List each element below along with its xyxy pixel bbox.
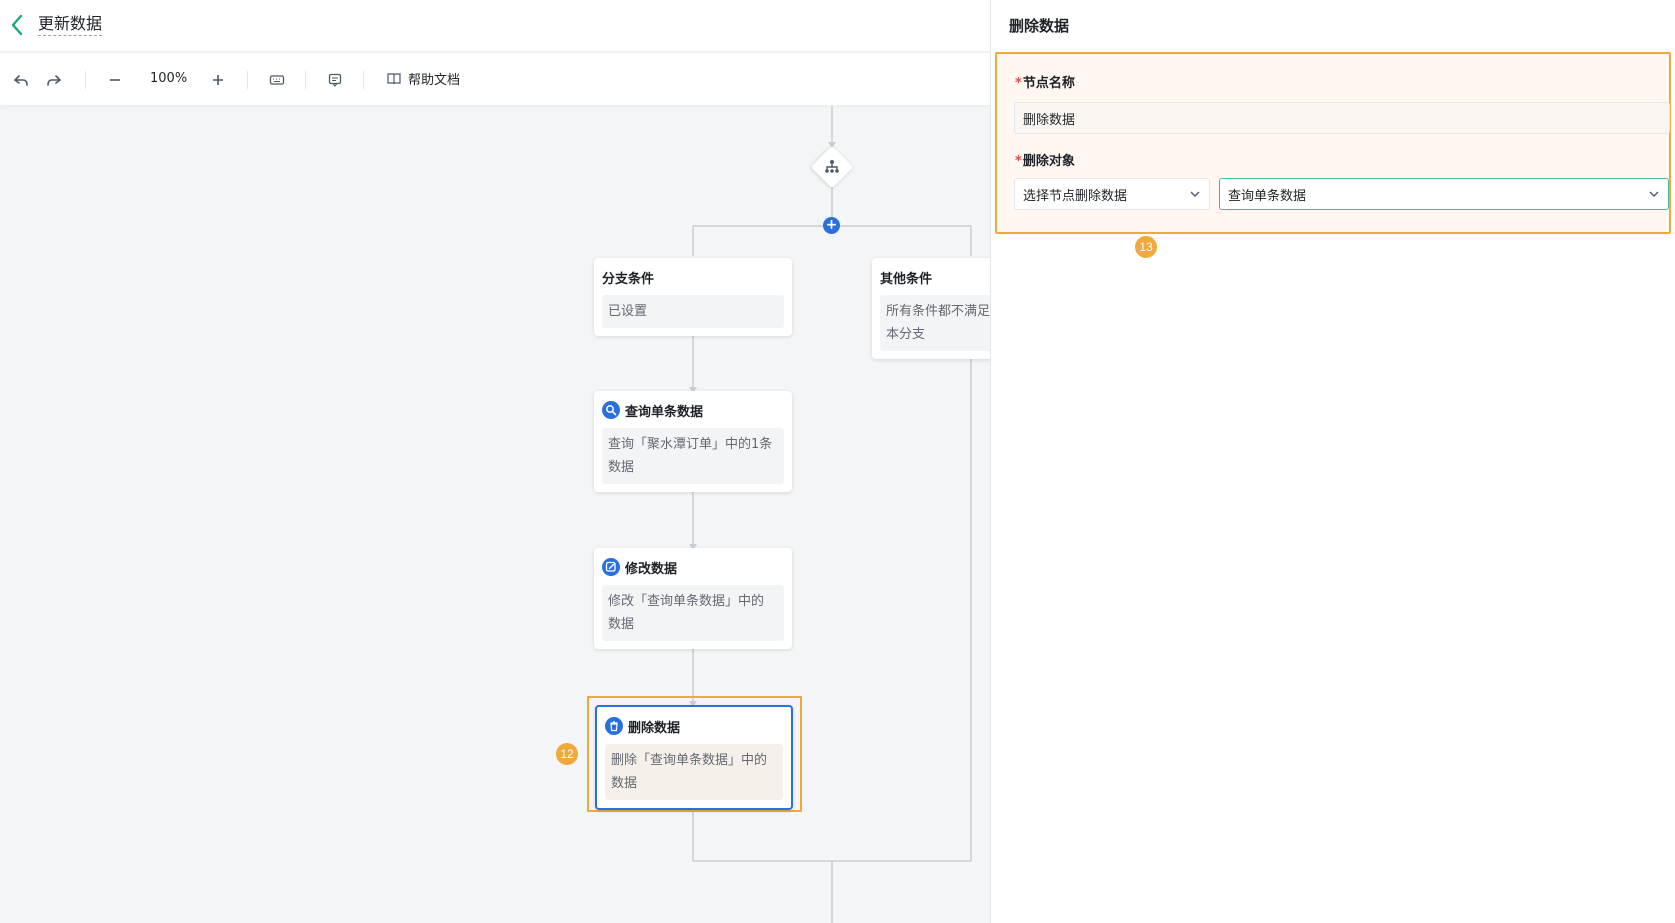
- flow-editor: 更新数据 100% 帮助文档 + 分支条件 已设置 其他条件 所有条件都不满足 …: [0, 0, 990, 923]
- node-body: 已设置: [602, 295, 784, 328]
- node-title: 分支条件: [602, 271, 655, 287]
- redo-icon[interactable]: [43, 69, 65, 91]
- toolbar-divider: [247, 71, 248, 89]
- node-body-line: 删除「查询单条数据」中的: [611, 753, 768, 768]
- node-title: 修改数据: [625, 561, 678, 577]
- branch-icon: [825, 160, 839, 173]
- step-badge: 12: [556, 743, 578, 765]
- page-title[interactable]: 更新数据: [38, 14, 103, 36]
- search-icon: [602, 401, 620, 419]
- toolbar-divider: [305, 71, 306, 89]
- branch-condition-node[interactable]: 分支条件 已设置: [594, 258, 792, 336]
- node-body: 删除「查询单条数据」中的 数据: [605, 744, 783, 800]
- delete-data-node[interactable]: 删除数据 删除「查询单条数据」中的 数据: [595, 705, 793, 810]
- chevron-down-icon: [1190, 191, 1200, 197]
- help-doc-label: 帮助文档: [408, 73, 461, 88]
- panel-title: 删除数据: [1009, 17, 1070, 35]
- node-body-line: 数据: [611, 776, 638, 791]
- zoom-out-icon[interactable]: [104, 69, 126, 91]
- delete-object-value: 查询单条数据: [1228, 188, 1307, 204]
- editor-header: 更新数据: [0, 0, 990, 52]
- node-header: 删除数据: [605, 717, 783, 736]
- comment-icon[interactable]: [324, 69, 346, 91]
- canvas-toolbar: 100% 帮助文档: [0, 53, 990, 105]
- node-header: 查询单条数据: [602, 401, 784, 420]
- help-doc-button[interactable]: 帮助文档: [386, 69, 460, 88]
- node-body-line: 修改「查询单条数据」中的: [608, 594, 765, 609]
- add-icon[interactable]: +: [823, 217, 840, 234]
- required-mark: *: [1015, 76, 1022, 91]
- delete-mode-select[interactable]: 选择节点删除数据: [1014, 178, 1210, 210]
- keyboard-icon[interactable]: [266, 69, 288, 91]
- zoom-in-icon[interactable]: [207, 69, 229, 91]
- node-body: 所有条件都不满足 本分支: [880, 295, 990, 351]
- step-badge: 13: [1135, 236, 1157, 258]
- node-body-line: 本分支: [886, 327, 926, 342]
- node-title: 查询单条数据: [625, 404, 704, 420]
- edit-icon: [602, 558, 620, 576]
- node-header: 修改数据: [602, 558, 784, 577]
- required-mark: *: [1015, 154, 1022, 169]
- flow-canvas[interactable]: + 分支条件 已设置 其他条件 所有条件都不满足 本分支 查询单条数据 查询「聚…: [0, 106, 990, 923]
- node-name-label: *节点名称: [1015, 72, 1075, 91]
- node-body: 查询「聚水潭订单」中的1条 数据: [602, 428, 784, 484]
- delete-object-select[interactable]: 查询单条数据: [1219, 178, 1669, 210]
- book-icon: [387, 72, 401, 84]
- other-condition-node[interactable]: 其他条件 所有条件都不满足 本分支: [872, 258, 990, 359]
- node-body: 修改「查询单条数据」中的 数据: [602, 585, 784, 641]
- properties-panel: 删除数据 *节点名称 *删除对象 选择节点删除数据 查询单条数据 13: [990, 0, 1675, 923]
- zoom-level: 100%: [150, 71, 188, 86]
- back-arrow-icon[interactable]: [8, 13, 28, 37]
- node-body-line: 查询「聚水潭订单」中的1条: [608, 437, 773, 452]
- node-body-line: 数据: [608, 617, 635, 632]
- undo-icon[interactable]: [10, 69, 32, 91]
- node-title: 删除数据: [628, 720, 681, 736]
- chevron-down-icon: [1649, 191, 1659, 197]
- node-body-line: 数据: [608, 460, 635, 475]
- update-data-node[interactable]: 修改数据 修改「查询单条数据」中的 数据: [594, 548, 792, 649]
- toolbar-divider: [85, 71, 86, 89]
- flow-connectors: [587, 106, 972, 923]
- delete-object-label-text: 删除对象: [1022, 154, 1075, 169]
- node-config-form: *节点名称 *删除对象 选择节点删除数据 查询单条数据: [995, 52, 1671, 234]
- node-name-label-text: 节点名称: [1022, 76, 1075, 91]
- node-name-input[interactable]: [1014, 102, 1670, 134]
- node-body-line: 所有条件都不满足: [886, 304, 990, 319]
- toolbar-divider: [363, 71, 364, 89]
- trash-icon: [605, 717, 623, 735]
- node-title: 其他条件: [880, 271, 933, 287]
- delete-mode-value: 选择节点删除数据: [1023, 188, 1128, 204]
- delete-object-label: *删除对象: [1015, 150, 1075, 169]
- query-single-node[interactable]: 查询单条数据 查询「聚水潭订单」中的1条 数据: [594, 391, 792, 492]
